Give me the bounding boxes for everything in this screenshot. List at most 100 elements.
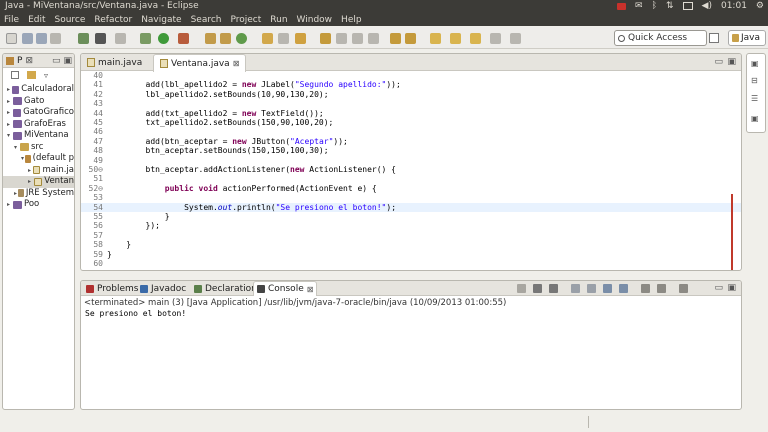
remove-launch-icon[interactable] [533, 284, 542, 293]
tree-item[interactable]: ▾ src [3, 142, 74, 154]
last-edit-icon[interactable] [430, 33, 441, 44]
code-line[interactable]: 52⊖ public void actionPerformed(ActionEv… [81, 184, 741, 193]
tree-item[interactable]: ▸ Ventan [3, 176, 74, 188]
settings-gear-icon[interactable]: ⚙ [756, 1, 764, 11]
prev-annotation-icon[interactable] [405, 33, 416, 44]
remove-all-icon[interactable] [549, 284, 558, 293]
print-icon[interactable] [50, 33, 61, 44]
run-icon[interactable] [158, 33, 169, 44]
tree-item[interactable]: ▸ GrafoEras [3, 119, 74, 131]
java-perspective-button[interactable]: Java [728, 30, 766, 46]
mail-icon[interactable]: ✉ [635, 1, 643, 11]
quick-access-field[interactable]: Quick Access [614, 30, 707, 46]
menu-source[interactable]: Source [55, 14, 91, 26]
outline-icon[interactable]: ⊟ [751, 76, 761, 86]
code-line[interactable]: 57 [81, 231, 741, 240]
menu-refactor[interactable]: Refactor [94, 14, 137, 26]
pin-console-icon[interactable] [641, 284, 650, 293]
chevron-right-icon[interactable]: ▸ [7, 107, 13, 119]
save-all-icon[interactable] [36, 33, 47, 44]
code-line[interactable]: 50⊖ btn_aceptar.addActionListener(new Ac… [81, 165, 741, 174]
menu-project[interactable]: Project [230, 14, 266, 26]
tab-console[interactable]: Console ⊠ [253, 281, 318, 296]
tree-item[interactable]: ▸ main.ja [3, 165, 74, 177]
forward-icon[interactable] [470, 33, 481, 44]
code-line[interactable]: 53 [81, 193, 741, 202]
open-type-icon[interactable] [262, 33, 273, 44]
menu-file[interactable]: File [4, 14, 24, 26]
code-line[interactable]: 41 add(lbl_apellido2 = new JLabel("Segun… [81, 80, 741, 89]
menu-search[interactable]: Search [191, 14, 227, 26]
restore-icon[interactable]: ▣ [751, 114, 761, 124]
open-perspective-icon[interactable] [709, 33, 719, 43]
show-on-error-icon[interactable] [619, 284, 628, 293]
keyboard-icon[interactable] [682, 2, 693, 10]
open-task-icon[interactable] [278, 33, 289, 44]
new-class-icon[interactable] [236, 33, 247, 44]
terminate-icon[interactable] [517, 284, 526, 293]
maximize-icon[interactable]: ▣ [63, 56, 72, 66]
whitespace-icon[interactable] [368, 33, 379, 44]
tree-item[interactable]: ▾ (default p [3, 153, 74, 165]
collapse-all-icon[interactable] [11, 71, 19, 79]
pin-editor-icon[interactable] [490, 33, 501, 44]
package-explorer-tab[interactable]: P [17, 56, 22, 66]
tab-ventana-java[interactable]: Ventana.java ⊠ [153, 54, 247, 72]
menu-window[interactable]: Window [297, 14, 338, 26]
tab-problems[interactable]: Problems [83, 281, 141, 296]
tree-item[interactable]: ▾ MiVentana [3, 130, 74, 142]
code-line[interactable]: 49 [81, 156, 741, 165]
debug-run-icon[interactable] [140, 33, 151, 44]
terminal-icon[interactable] [95, 33, 106, 44]
restore-icon[interactable]: ▣ [751, 59, 761, 69]
code-line[interactable]: 44 add(txt_apellido2 = new TextField()); [81, 109, 741, 118]
clock[interactable]: 01:01 [721, 1, 747, 11]
chevron-right-icon[interactable]: ▸ [28, 176, 34, 188]
code-line[interactable]: 46 [81, 127, 741, 136]
bluetooth-icon[interactable]: ᛒ [652, 1, 657, 11]
clear-console-icon[interactable] [571, 284, 580, 293]
tab-declaration[interactable]: Declaration [191, 281, 260, 296]
minimize-icon[interactable]: ▭ [714, 283, 723, 293]
new-package-icon[interactable] [220, 33, 231, 44]
code-line[interactable]: 47 add(btn_aceptar = new JButton("Acepta… [81, 137, 741, 146]
maximize-icon[interactable]: ▣ [727, 283, 736, 293]
minimize-icon[interactable]: ▭ [714, 57, 723, 67]
next-annotation-icon[interactable] [390, 33, 401, 44]
tree-item[interactable]: ▸ GatoGrafico [3, 107, 74, 119]
tree-item[interactable]: ▸ Poo [3, 199, 74, 211]
skip-breakpoints-icon[interactable] [115, 33, 126, 44]
code-line[interactable]: 43 [81, 99, 741, 108]
code-line[interactable]: 58 } [81, 240, 741, 249]
tree-item[interactable]: ▸ JRE System [3, 188, 74, 200]
code-line[interactable]: 45 txt_apellido2.setBounds(150,90,100,20… [81, 118, 741, 127]
tab-javadoc[interactable]: Javadoc [137, 281, 189, 296]
menu-help[interactable]: Help [341, 14, 367, 26]
debug-icon[interactable] [78, 33, 89, 44]
code-area[interactable]: 40 41 add(lbl_apellido2 = new JLabel("Seg… [81, 71, 741, 270]
code-line[interactable]: 60 [81, 259, 741, 268]
tree-item[interactable]: ▸ Gato [3, 96, 74, 108]
power-icon[interactable] [617, 2, 627, 10]
open-console-icon[interactable] [679, 284, 688, 293]
maximize-icon[interactable]: ▣ [727, 57, 736, 67]
code-line[interactable]: 40 [81, 71, 741, 80]
close-icon[interactable]: ⊠ [233, 59, 240, 68]
code-line[interactable]: 54 System.out.println("Se presiono el bo… [81, 202, 741, 212]
scroll-lock-icon[interactable] [587, 284, 596, 293]
tree-item[interactable]: ▸ Calculadoral [3, 84, 74, 96]
menu-edit[interactable]: Edit [28, 14, 50, 26]
new-java-project-icon[interactable] [205, 33, 216, 44]
minimize-icon[interactable]: ▭ [52, 56, 61, 66]
external-tools-icon[interactable] [178, 33, 189, 44]
new-file-icon[interactable] [6, 33, 17, 44]
link-editor-icon[interactable] [27, 71, 36, 79]
nav-arrow-icon[interactable] [510, 33, 521, 44]
back-icon[interactable] [450, 33, 461, 44]
task-list-icon[interactable]: ☰ [751, 94, 761, 104]
network-icon[interactable]: ⇅ [666, 1, 674, 11]
display-console-icon[interactable] [657, 284, 666, 293]
code-line[interactable]: 56 }); [81, 221, 741, 230]
code-line[interactable]: 51 [81, 174, 741, 183]
volume-icon[interactable]: ◀) [702, 1, 712, 11]
